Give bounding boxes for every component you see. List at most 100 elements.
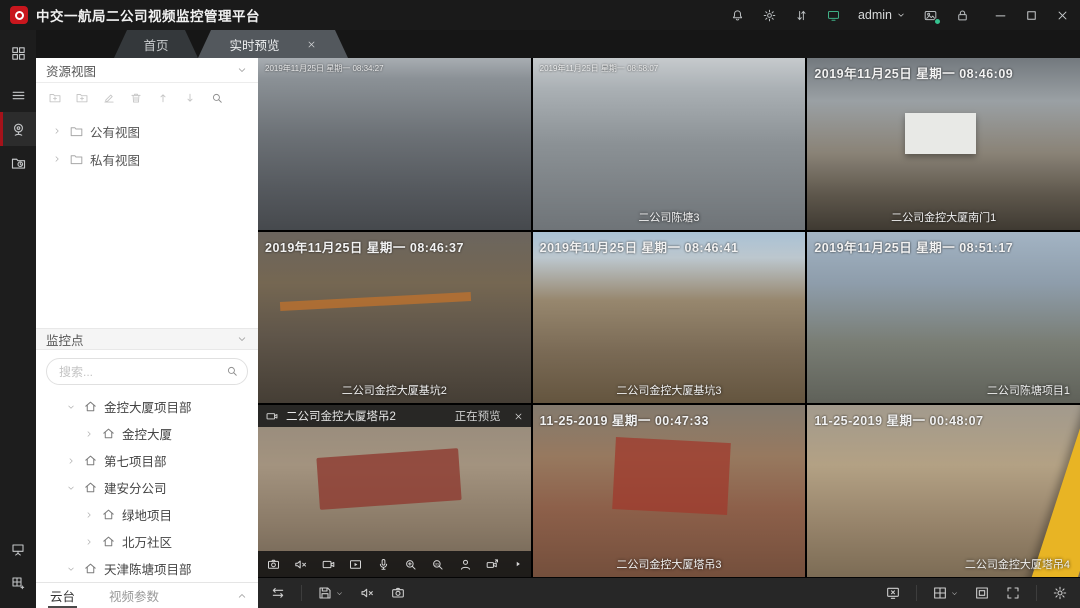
device-list-icon[interactable]: [0, 78, 36, 112]
capture-status-icon[interactable]: [923, 8, 938, 23]
close-all-streams-icon[interactable]: [885, 585, 901, 601]
tree-item-public-views[interactable]: 公有视图: [36, 117, 258, 145]
video-cell-6[interactable]: 2019年11月25日 星期一 08:51:17 二公司陈塘项目1: [807, 232, 1080, 404]
timestamp-overlay: 11-25-2019 星期一 00:47:33: [540, 410, 709, 429]
search-icon[interactable]: [225, 364, 239, 378]
close-button[interactable]: [1055, 8, 1070, 23]
tree-item-private-views[interactable]: 私有视图: [36, 145, 258, 173]
video-cell-8[interactable]: 11-25-2019 星期一 00:47:33 二公司金控大厦塔吊3: [533, 405, 806, 577]
tab-video-params[interactable]: 视频参数: [105, 583, 163, 608]
monitor-points-title: 监控点: [46, 330, 84, 349]
person-locate-icon[interactable]: [458, 557, 473, 572]
playback-folder-icon[interactable]: [0, 146, 36, 180]
timestamp-overlay: 2019年11月25日 星期一 08:58:07: [540, 63, 659, 74]
video-wall-icon[interactable]: [0, 532, 36, 566]
digital-zoom-3d-icon[interactable]: [430, 557, 445, 572]
chevron-down-icon: [335, 589, 344, 598]
chevron-down-icon: [66, 402, 76, 412]
video-cell-7-selected[interactable]: 二公司金控大厦塔吊2 正在预览: [258, 405, 531, 577]
snapshot-icon[interactable]: [266, 557, 281, 572]
mic-icon[interactable]: [376, 557, 391, 572]
mute-all-icon[interactable]: [359, 585, 375, 601]
settings-gear-icon[interactable]: [762, 8, 777, 23]
delete-icon[interactable]: [129, 91, 143, 105]
tree-item-site[interactable]: 绿地项目: [36, 501, 258, 528]
resource-view-title: 资源视图: [46, 61, 96, 80]
move-down-icon[interactable]: [183, 91, 197, 105]
tree-item-project[interactable]: 建安分公司: [36, 474, 258, 501]
camera-label: 二公司金控大厦基坑2: [258, 382, 531, 398]
layout-add-icon[interactable]: [0, 566, 36, 600]
chevron-down-icon: [950, 589, 959, 598]
more-tools-arrow-icon[interactable]: [513, 559, 523, 569]
move-up-icon[interactable]: [156, 91, 170, 105]
tree-item-label: 金控大厦项目部: [104, 397, 192, 416]
camera-label: 二公司金控大厦南门1: [807, 209, 1080, 225]
tree-item-site[interactable]: 金控大厦: [36, 420, 258, 447]
save-view-button[interactable]: [317, 585, 344, 601]
home-icon: [101, 534, 116, 549]
monitor-online-icon[interactable]: [826, 8, 841, 23]
video-cell-1[interactable]: 2019年11月25日 星期一 08:34:27: [258, 58, 531, 230]
stream-transfer-icon[interactable]: [794, 8, 809, 23]
tab-ptz[interactable]: 云台: [46, 583, 79, 608]
chevron-right-icon: [52, 154, 62, 164]
cell-toolbar: [258, 551, 531, 577]
tree-item-project[interactable]: 金控大厦项目部: [36, 393, 258, 420]
tab-home[interactable]: 首页: [114, 30, 198, 58]
chevron-down-icon: [66, 564, 76, 574]
close-stream-icon[interactable]: [513, 411, 524, 422]
user-menu[interactable]: admin: [858, 8, 906, 22]
video-frame: [258, 58, 531, 230]
tree-item-site[interactable]: 北万社区: [36, 528, 258, 555]
video-cell-2[interactable]: 2019年11月25日 星期一 08:58:07 二公司陈塘3: [533, 58, 806, 230]
zoom-in-icon[interactable]: [403, 557, 418, 572]
tree-item-project[interactable]: 天津陈塘项目部: [36, 555, 258, 582]
divider: [301, 585, 302, 601]
video-frame: [533, 58, 806, 230]
single-screen-icon[interactable]: [974, 585, 990, 601]
stream-switch-icon[interactable]: [270, 585, 286, 601]
mute-icon[interactable]: [293, 557, 308, 572]
monitor-points-header[interactable]: 监控点: [36, 328, 258, 350]
maximize-button[interactable]: [1024, 8, 1039, 23]
resource-tree: 公有视图 私有视图: [36, 113, 258, 173]
search-input[interactable]: [46, 358, 248, 385]
tree-item-project[interactable]: 第七项目部: [36, 447, 258, 474]
edit-icon[interactable]: [102, 91, 116, 105]
notification-bell-icon[interactable]: [730, 8, 745, 23]
collapse-chevron-up-icon[interactable]: [236, 590, 248, 602]
add-folder-icon[interactable]: [48, 91, 62, 105]
grid-settings-gear-icon[interactable]: [1052, 585, 1068, 601]
home-icon: [101, 507, 116, 522]
search-icon[interactable]: [210, 91, 224, 105]
window-controls: [993, 8, 1070, 23]
live-preview-webcam-icon[interactable]: [0, 112, 36, 146]
add-view-icon[interactable]: [75, 91, 89, 105]
video-cell-9[interactable]: 11-25-2019 星期一 00:48:07 二公司金控大厦塔吊4: [807, 405, 1080, 577]
video-cell-5[interactable]: 2019年11月25日 星期一 08:46:41 二公司金控大厦基坑3: [533, 232, 806, 404]
chevron-right-icon: [66, 456, 76, 466]
timestamp-overlay: 2019年11月25日 星期一 08:46:09: [814, 63, 1013, 82]
record-icon[interactable]: [321, 557, 336, 572]
titlebar-actions: admin: [730, 8, 1070, 23]
video-cell-3[interactable]: 2019年11月25日 星期一 08:46:09 二公司金控大厦南门1: [807, 58, 1080, 230]
camera-label: 二公司金控大厦塔吊3: [533, 556, 806, 572]
ptz-control-icon[interactable]: [485, 557, 500, 572]
layout-select-button[interactable]: [932, 585, 959, 601]
snapshot-all-icon[interactable]: [390, 585, 406, 601]
lock-icon[interactable]: [955, 8, 970, 23]
video-cell-4[interactable]: 2019年11月25日 星期一 08:46:37 二公司金控大厦基坑2: [258, 232, 531, 404]
minimize-button[interactable]: [993, 8, 1008, 23]
fullscreen-icon[interactable]: [1005, 585, 1021, 601]
logo-lens: [15, 11, 24, 20]
apps-grid-icon[interactable]: [0, 36, 36, 70]
tab-close-icon[interactable]: [306, 39, 317, 50]
scene-shape: [316, 449, 461, 510]
titlebar: 中交一航局二公司视频监控管理平台 admin: [0, 0, 1080, 30]
resource-view-header[interactable]: 资源视图: [36, 58, 258, 83]
home-icon: [83, 453, 98, 468]
instant-playback-icon[interactable]: [348, 557, 363, 572]
tab-live-preview[interactable]: 实时预览: [198, 30, 348, 58]
home-icon: [83, 561, 98, 576]
